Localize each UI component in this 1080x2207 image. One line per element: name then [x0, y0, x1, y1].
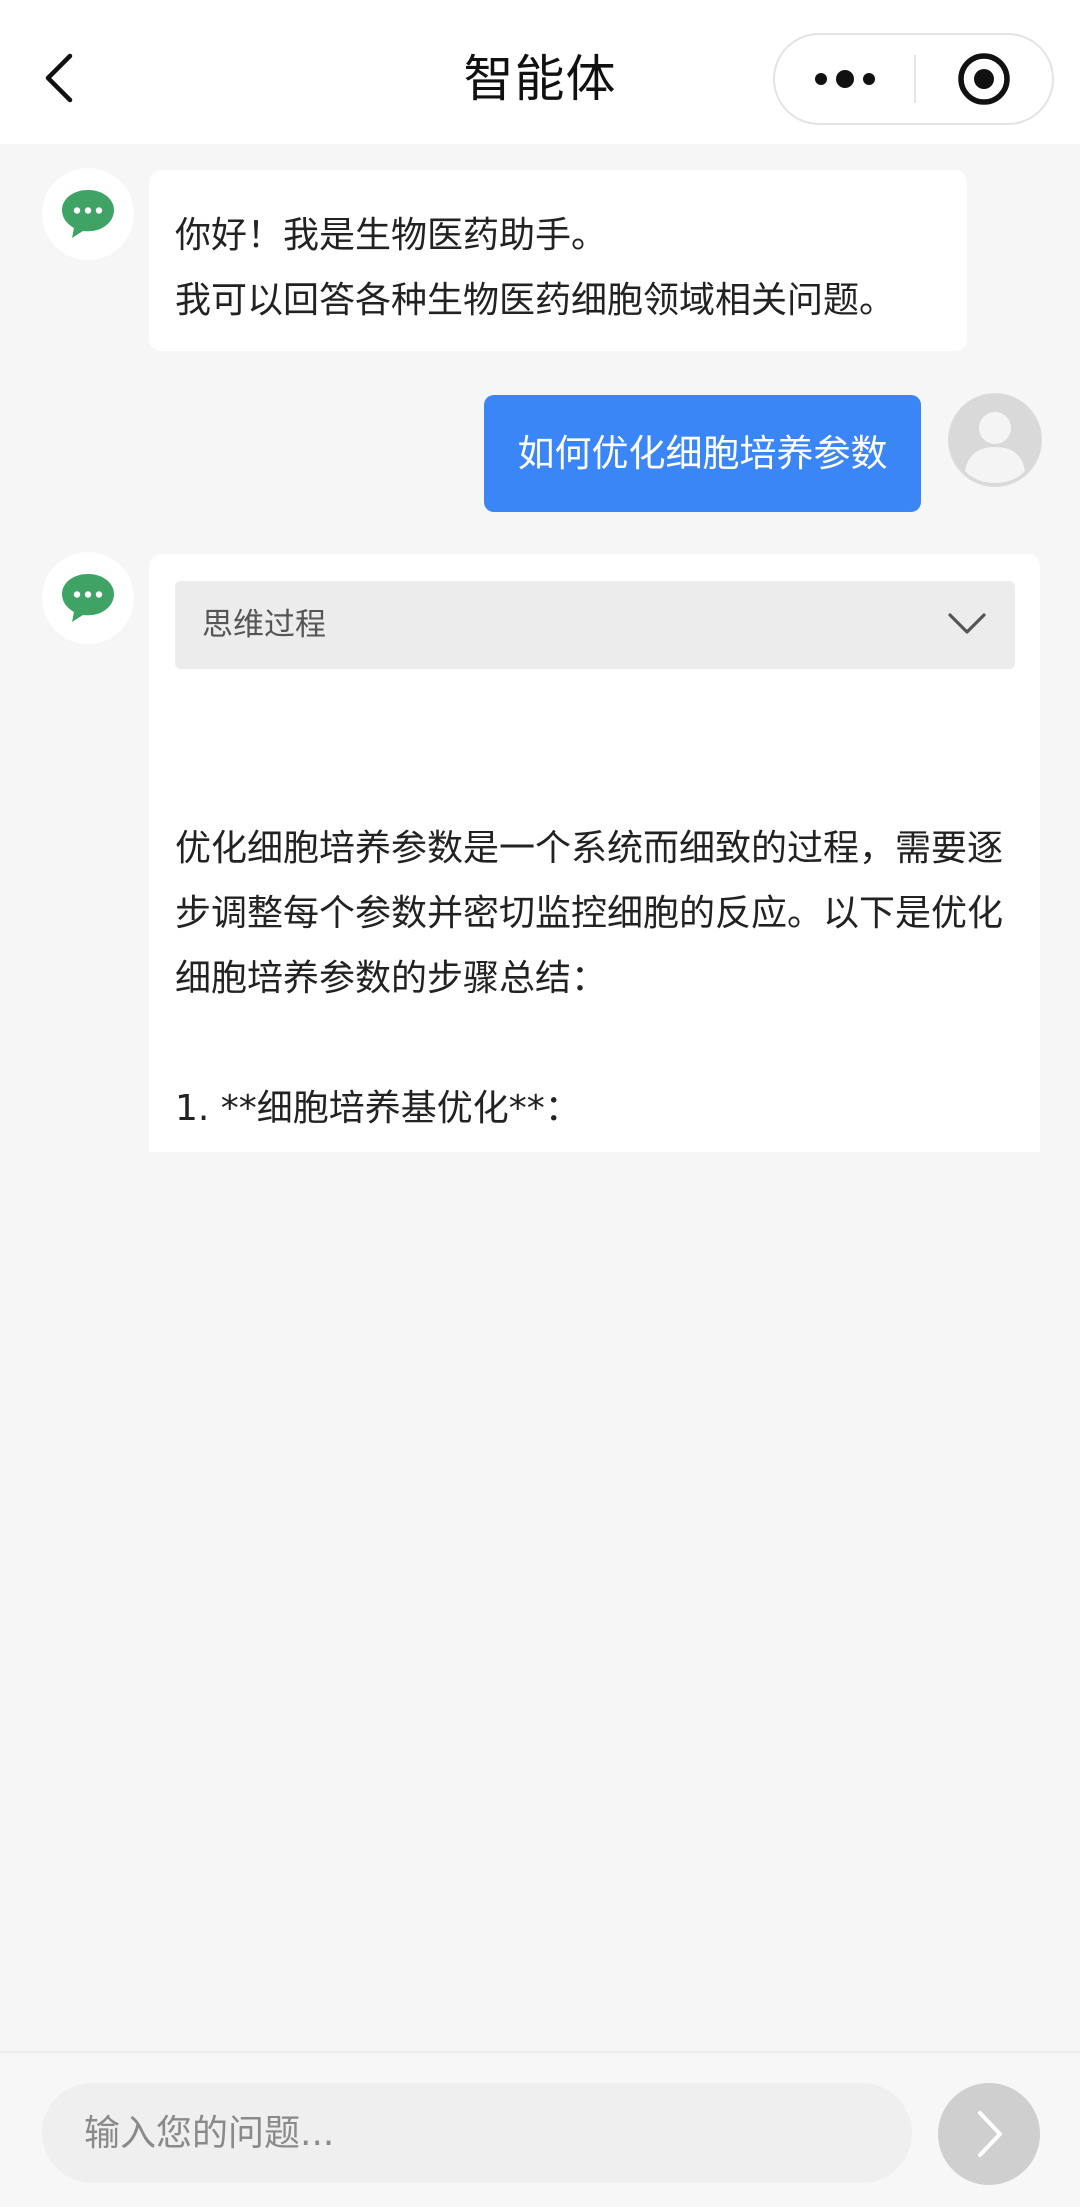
thinking-process-toggle[interactable]: 思维过程 [175, 581, 1015, 669]
greeting-line-2: 我可以回答各种生物医药细胞领域相关问题。 [175, 280, 896, 321]
answer-paragraph: 优化细胞培养参数是一个系统而细致的过程，需要逐步调整每个参数并密切监控细胞的反应… [175, 828, 1004, 999]
chat-bubble-icon [62, 574, 114, 622]
user-avatar [948, 393, 1042, 487]
chat-bubble-icon [62, 190, 114, 238]
chevron-right-icon [978, 2111, 1002, 2157]
header-bar: 智能体 [0, 0, 1080, 144]
mini-program-capsule [773, 33, 1054, 125]
answer-list-item: 1. **细胞培养基优化**： [175, 1088, 581, 1129]
bot-avatar [42, 168, 134, 260]
input-bar [0, 2051, 1080, 2207]
greeting-bubble: 你好！我是生物医药助手。 我可以回答各种生物医药细胞领域相关问题。 [149, 170, 967, 351]
close-button[interactable] [916, 35, 1052, 123]
more-button[interactable] [775, 35, 915, 123]
target-circle-icon [958, 53, 1010, 105]
greeting-line-1: 你好！我是生物医药助手。 [175, 215, 608, 256]
send-button[interactable] [938, 2083, 1040, 2185]
answer-bubble: 思维过程 优化细胞培养参数是一个系统而细致的过程，需要逐步调整每个参数并密切监控… [149, 554, 1040, 1152]
question-input[interactable] [42, 2083, 912, 2183]
bot-avatar [42, 552, 134, 644]
user-message-bubble: 如何优化细胞培养参数 [484, 395, 921, 512]
user-silhouette-icon [949, 394, 1041, 486]
answer-content: 优化细胞培养参数是一个系统而细致的过程，需要逐步调整每个参数并密切监控细胞的反应… [175, 816, 1015, 1141]
chevron-down-icon [948, 613, 986, 634]
thinking-process-label: 思维过程 [202, 607, 326, 643]
more-dots-icon [815, 70, 875, 88]
